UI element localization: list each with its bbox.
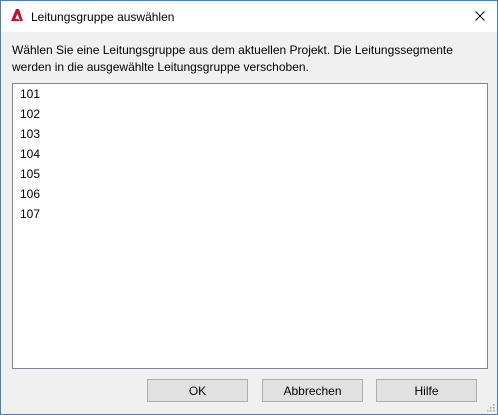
- list-item[interactable]: 101: [13, 84, 487, 104]
- select-line-group-dialog: Leitungsgruppe auswählen Wählen Sie eine…: [0, 0, 498, 415]
- list-item[interactable]: 103: [13, 124, 487, 144]
- close-icon: [475, 11, 485, 21]
- cancel-button[interactable]: Abbrechen: [262, 379, 363, 402]
- resize-grip-icon[interactable]: [485, 402, 495, 412]
- title-bar: Leitungsgruppe auswählen: [1, 1, 497, 32]
- list-item[interactable]: 104: [13, 144, 487, 164]
- ok-button[interactable]: OK: [147, 379, 248, 402]
- close-button[interactable]: [463, 1, 497, 31]
- list-item[interactable]: 107: [13, 204, 487, 224]
- instruction-text: Wählen Sie eine Leitungsgruppe aus dem a…: [12, 43, 453, 74]
- line-group-list[interactable]: 101 102 103 104 105 106 107: [12, 83, 488, 369]
- help-button[interactable]: Hilfe: [376, 379, 477, 402]
- dialog-body: Wählen Sie eine Leitungsgruppe aus dem a…: [1, 32, 497, 414]
- list-item[interactable]: 105: [13, 164, 487, 184]
- autocad-app-icon: [10, 8, 24, 22]
- list-item[interactable]: 106: [13, 184, 487, 204]
- window-title: Leitungsgruppe auswählen: [31, 10, 175, 24]
- list-item[interactable]: 102: [13, 104, 487, 124]
